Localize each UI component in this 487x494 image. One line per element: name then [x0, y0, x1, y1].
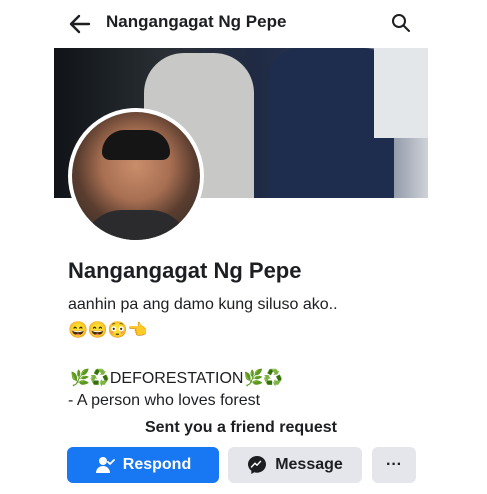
intro-prefix-emojis: 🌿♻️	[70, 370, 110, 387]
user-check-icon	[95, 457, 115, 473]
intro-suffix-emojis: 🌿♻️	[243, 370, 284, 387]
avatar	[72, 112, 200, 240]
profile-picture[interactable]	[68, 108, 204, 244]
respond-label: Respond	[122, 456, 192, 473]
intro-word: DEFORESTATION	[109, 370, 244, 387]
avatar-shirt	[82, 210, 190, 240]
cover-figure	[374, 48, 428, 138]
arrow-left-icon	[69, 14, 91, 34]
search-icon	[392, 14, 410, 32]
respond-button[interactable]: Respond	[67, 447, 219, 483]
more-options-button[interactable]: ···	[372, 447, 416, 483]
search-button[interactable]	[388, 10, 414, 36]
profile-name: Nangangagat Ng Pepe	[68, 258, 302, 283]
avatar-hair	[102, 130, 170, 160]
header-title: Nangangagat Ng Pepe	[106, 12, 287, 31]
more-icon: ···	[386, 456, 402, 473]
top-bar: Nangangagat Ng Pepe	[54, 0, 428, 46]
bio-emojis: 😄😄😳👈	[68, 322, 148, 339]
intro-description: - A person who loves forest	[68, 392, 261, 409]
messenger-icon	[248, 456, 267, 474]
back-button[interactable]	[66, 10, 94, 38]
friend-request-text: Sent you a friend request	[144, 419, 338, 436]
profile-bio: aanhin pa ang damo kung siluso ako..	[68, 296, 338, 313]
profile-screen: Nangangagat Ng Pepe Nangangagat Ng Pepe …	[54, 0, 428, 494]
message-button[interactable]: Message	[228, 447, 362, 483]
message-label: Message	[275, 456, 343, 473]
intro-line: 🌿♻️DEFORESTATION🌿♻️	[70, 368, 283, 388]
